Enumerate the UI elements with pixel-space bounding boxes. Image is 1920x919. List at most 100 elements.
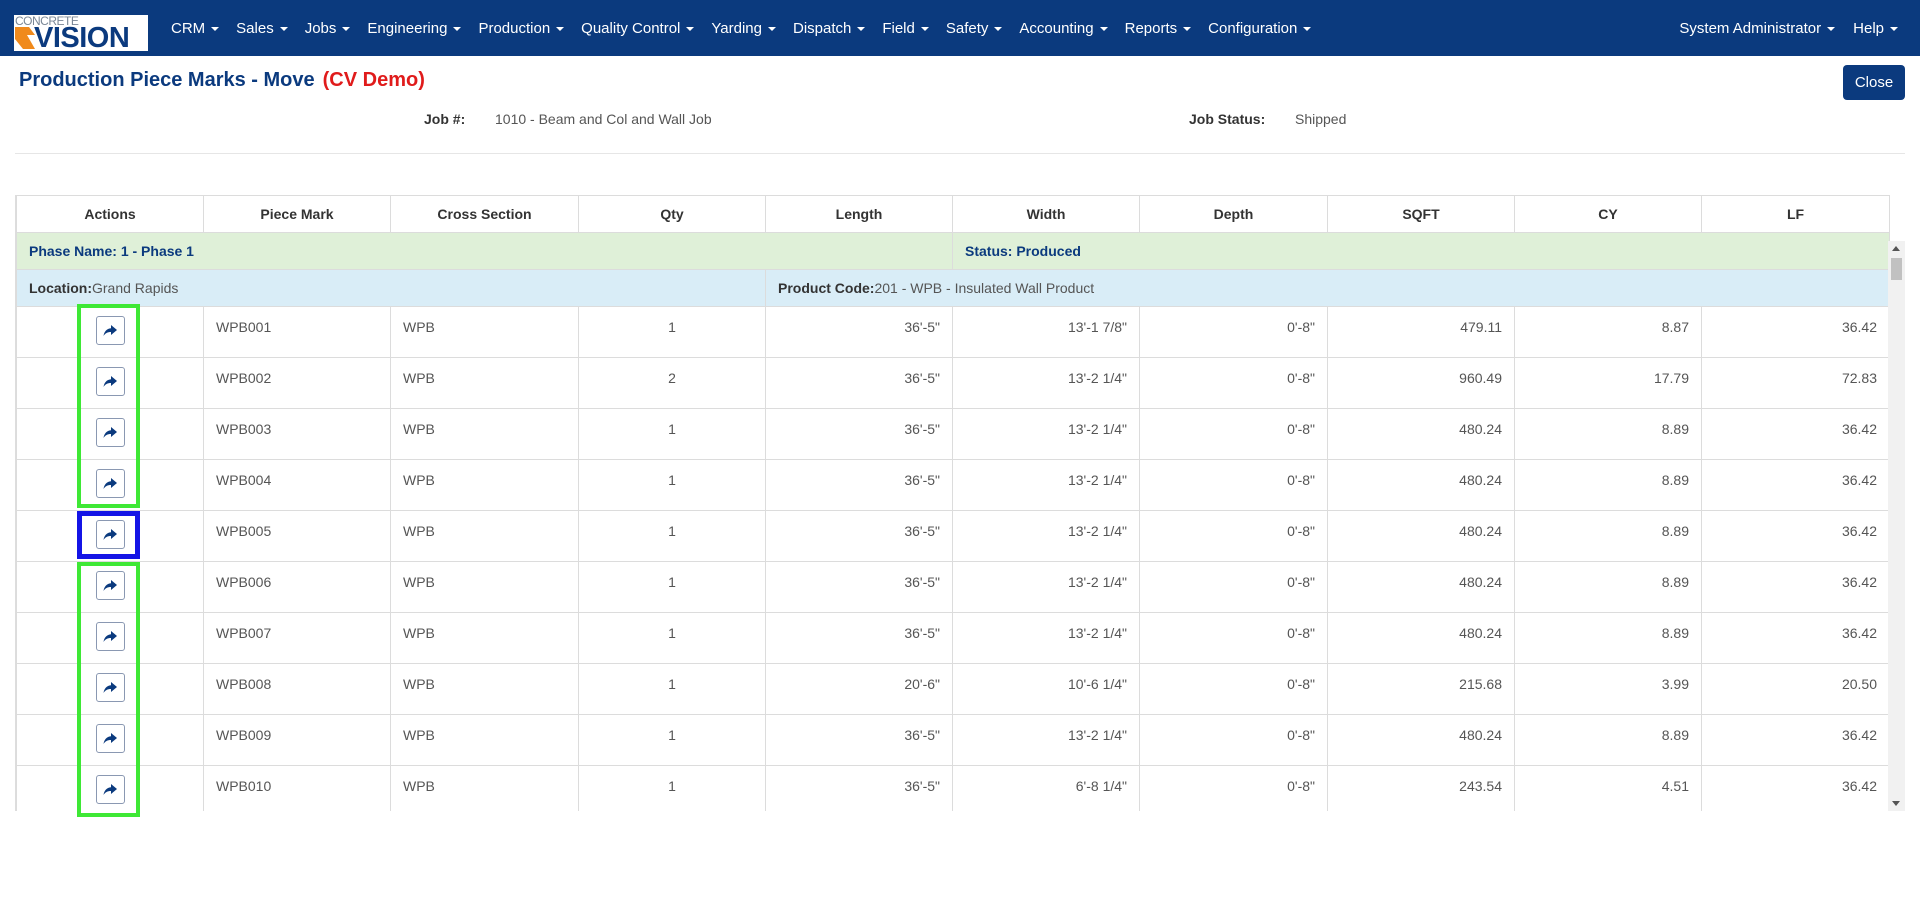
qty-cell: 1 (578, 510, 766, 562)
column-header[interactable]: CY (1514, 195, 1702, 233)
product-code-cell: Product Code:201 - WPB - Insulated Wall … (765, 269, 1890, 307)
piece-mark-cell: WPB008 (203, 663, 391, 715)
move-button[interactable] (95, 520, 125, 549)
actions-cell (16, 408, 204, 460)
width-cell: 13'-2 1/4" (952, 612, 1140, 664)
job-status-value: Shipped (1295, 111, 1347, 127)
lf-cell: 36.42 (1701, 561, 1890, 613)
cy-cell: 8.87 (1514, 306, 1702, 358)
nav-menu-item[interactable]: Production (478, 20, 565, 37)
column-header[interactable]: Length (765, 195, 953, 233)
column-header[interactable]: Depth (1139, 195, 1328, 233)
phase-group-row[interactable]: Phase Name: 1 - Phase 1 Status: Produced (16, 232, 1890, 270)
sqft-cell: 479.11 (1327, 306, 1515, 358)
nav-menu-item[interactable]: Yarding (711, 20, 776, 37)
move-button[interactable] (95, 367, 125, 396)
nav-menu-item[interactable]: Field (882, 20, 929, 37)
nav-menu-item-label: Configuration (1208, 19, 1298, 37)
location-cell: Location:Grand Rapids (16, 269, 766, 307)
scroll-down-arrow-icon[interactable] (1892, 801, 1900, 806)
help-menu[interactable]: Help (1853, 20, 1898, 37)
column-header[interactable]: Width (952, 195, 1140, 233)
header-row: Actions Piece Mark Cross Section Qty Length W… (16, 195, 1890, 233)
close-button[interactable]: Close (1843, 65, 1905, 100)
main-menu: CRM Sales Jobs Engineering Production Quality… (171, 0, 1328, 56)
move-button[interactable] (95, 316, 125, 345)
table-row: WPB009 WPB 1 36'-5" 13'-2 1/4" 0'-8" 480.24 8.8… (16, 714, 1890, 766)
nav-menu-item[interactable]: Quality Control (581, 19, 695, 37)
user-menu-area: System Administrator Help (1661, 0, 1898, 56)
depth-cell: 0'-8" (1139, 561, 1328, 613)
top-navbar: CONCRETE VISION CRM Sales Jobs Engineering P… (0, 0, 1920, 56)
share-arrow-icon (103, 579, 117, 591)
length-cell: 36'-5" (765, 612, 953, 664)
nav-menu-item-label: Jobs (304, 19, 337, 37)
sqft-cell: 480.24 (1327, 459, 1515, 511)
piece-marks-table: Actions Piece Mark Cross Section Qty Length W… (16, 195, 1890, 811)
lf-cell: 36.42 (1701, 765, 1890, 811)
lf-cell: 20.50 (1701, 663, 1890, 715)
nav-menu-item[interactable]: Configuration (1208, 19, 1312, 37)
concrete-vision-logo[interactable]: CONCRETE VISION (14, 15, 148, 51)
nav-menu-item[interactable]: Engineering (367, 20, 462, 37)
table-row: WPB007 WPB 1 36'-5" 13'-2 1/4" 0'-8" 480.24 8.8… (16, 612, 1890, 664)
move-button[interactable] (95, 775, 125, 804)
vertical-scrollbar[interactable] (1888, 241, 1905, 811)
column-header[interactable]: SQFT (1327, 195, 1515, 233)
move-button[interactable] (95, 469, 125, 498)
actions-cell (16, 459, 204, 511)
cross-section-cell: WPB (390, 510, 579, 562)
user-menu[interactable]: System Administrator (1679, 20, 1836, 37)
depth-cell: 0'-8" (1139, 459, 1328, 511)
sqft-cell: 480.24 (1327, 612, 1515, 664)
table-row: WPB002 WPB 2 36'-5" 13'-2 1/4" 0'-8" 960.49 17.… (16, 357, 1890, 409)
share-arrow-icon (103, 528, 117, 540)
nav-menu-item-label: Safety (945, 19, 989, 37)
job-status-label: Job Status: (1189, 111, 1266, 127)
length-cell: 36'-5" (765, 306, 953, 358)
location-label: Location: (29, 280, 92, 296)
nav-menu-item[interactable]: Accounting (1019, 20, 1108, 37)
nav-menu-item-label: Field (882, 19, 915, 37)
move-button[interactable] (95, 622, 125, 651)
column-header[interactable]: Cross Section (390, 195, 579, 233)
column-header[interactable]: LF (1701, 195, 1890, 233)
table-header: Actions Piece Mark Cross Section Qty Length W… (16, 195, 1890, 233)
piece-mark-cell: WPB003 (203, 408, 391, 460)
table-row: WPB005 WPB 1 36'-5" 13'-2 1/4" 0'-8" 480.24 8.8… (16, 510, 1890, 562)
phase-status: Status: Produced (952, 232, 1890, 270)
nav-menu-item-label: Quality Control (581, 19, 681, 37)
nav-menu-item[interactable]: Jobs (305, 20, 351, 37)
cross-section-cell: WPB (390, 306, 579, 358)
share-arrow-icon (103, 681, 117, 693)
chevron-down-icon (1303, 26, 1312, 31)
nav-menu-item[interactable]: Reports (1125, 20, 1192, 37)
actions-cell (16, 306, 204, 358)
move-button[interactable] (95, 571, 125, 600)
length-cell: 36'-5" (765, 510, 953, 562)
cy-cell: 17.79 (1514, 357, 1702, 409)
lf-cell: 36.42 (1701, 714, 1890, 766)
cross-section-cell: WPB (390, 612, 579, 664)
nav-menu-item[interactable]: Sales (236, 20, 288, 37)
scroll-up-arrow-icon[interactable] (1892, 246, 1900, 251)
actions-cell (16, 357, 204, 409)
column-header[interactable]: Piece Mark (203, 195, 391, 233)
nav-menu-item-label: Sales (236, 19, 274, 37)
qty-cell: 1 (578, 765, 766, 811)
nav-menu-item[interactable]: Safety (946, 20, 1003, 37)
chevron-down-icon (1183, 26, 1192, 31)
demo-tag: (CV Demo) (322, 69, 425, 91)
column-header[interactable]: Actions (16, 195, 204, 233)
nav-menu-item[interactable]: CRM (171, 20, 220, 37)
chevron-down-icon (556, 26, 565, 31)
cy-cell: 8.89 (1514, 561, 1702, 613)
column-header[interactable]: Qty (578, 195, 766, 233)
product-code-label: Product Code: (778, 280, 875, 296)
nav-menu-item[interactable]: Dispatch (793, 20, 866, 37)
move-button[interactable] (95, 418, 125, 447)
move-button[interactable] (95, 724, 125, 753)
scroll-thumb[interactable] (1891, 258, 1902, 280)
qty-cell: 1 (578, 306, 766, 358)
move-button[interactable] (95, 673, 125, 702)
